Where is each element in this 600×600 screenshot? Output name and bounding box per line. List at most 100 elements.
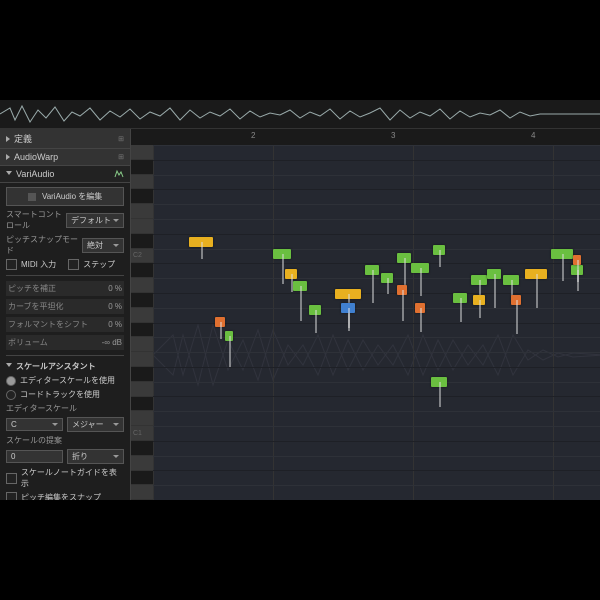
smart-control-dropdown[interactable]: デフォルト: [66, 213, 124, 228]
piano-key[interactable]: [131, 397, 153, 412]
pitch-curve: [201, 242, 203, 259]
volume-slider[interactable]: ボリューム -∞ dB: [6, 335, 124, 350]
pitch-curve: [479, 280, 481, 296]
pitch-correct-slider[interactable]: ピッチを補正 0 %: [6, 281, 124, 296]
piano-key[interactable]: [131, 471, 153, 486]
pitch-curve: [460, 298, 462, 322]
piano-key[interactable]: [131, 323, 153, 338]
code-track-label: コードトラックを使用: [20, 389, 100, 400]
piano-key[interactable]: [131, 175, 153, 190]
pitch-curve: [387, 278, 389, 294]
panel-label: VariAudio: [16, 169, 54, 179]
pitch-curve: [494, 274, 496, 308]
mode-dropdown[interactable]: メジャー: [67, 417, 124, 432]
midi-input-label: MIDI 入力: [21, 259, 56, 270]
piano-key[interactable]: [131, 456, 153, 471]
gridline-horizontal: [153, 293, 600, 294]
gridline-horizontal: [153, 367, 600, 368]
note-editor[interactable]: 234 C2C1: [131, 129, 600, 500]
pitch-curve: [536, 274, 538, 308]
edit-variaudio-button[interactable]: VariAudio を編集: [6, 187, 124, 206]
piano-key[interactable]: [131, 337, 153, 352]
panel-audiowarp[interactable]: AudioWarp ⊞: [0, 149, 130, 166]
expand-icon: [6, 136, 10, 142]
pitch-snap-dropdown[interactable]: 絶対: [82, 238, 124, 253]
piano-key[interactable]: [131, 352, 153, 367]
pitch-curve: [516, 300, 518, 334]
piano-key[interactable]: [131, 204, 153, 219]
gridline-horizontal: [153, 204, 600, 205]
timeline-ruler[interactable]: 234: [131, 129, 600, 146]
pitch-curve: [315, 310, 317, 333]
smart-control-label: スマートコントロール: [6, 209, 62, 231]
overview-waveform[interactable]: [0, 100, 600, 129]
editor-scale-label: エディタースケールを使用: [20, 375, 115, 386]
formant-shift-slider[interactable]: フォルマントをシフト 0 %: [6, 317, 124, 332]
piano-key[interactable]: [131, 293, 153, 308]
piano-key[interactable]: [131, 234, 153, 249]
piano-key[interactable]: [131, 219, 153, 234]
piano-key[interactable]: [131, 189, 153, 204]
gridline-horizontal: [153, 145, 600, 146]
piano-key[interactable]: [131, 367, 153, 382]
pitch-curve: [402, 290, 404, 321]
key-dropdown[interactable]: C: [6, 418, 63, 431]
show-guide-label: スケールノートガイドを表示: [21, 467, 124, 489]
pitch-curve: [577, 260, 579, 282]
pitch-curve: [300, 286, 302, 321]
piano-key[interactable]: [131, 382, 153, 397]
gridline-horizontal: [153, 249, 600, 250]
gridline-horizontal: [153, 411, 600, 412]
pitch-curve: [479, 300, 481, 318]
piano-key[interactable]: [131, 308, 153, 323]
scale-suggest-label: スケールの提案: [6, 435, 124, 446]
piano-key[interactable]: [131, 485, 153, 500]
editor-scale-heading: エディタースケール: [6, 403, 124, 414]
scale-count-field[interactable]: 0: [6, 450, 63, 463]
step-label: ステップ: [83, 259, 115, 270]
pitch-curve: [282, 254, 284, 284]
pitch-curve: [439, 250, 441, 267]
collapse-icon: [6, 363, 12, 370]
code-track-radio[interactable]: [6, 390, 16, 400]
piano-roll-keys[interactable]: C2 C1: [131, 145, 154, 500]
chevron-down-icon: [113, 219, 119, 222]
piano-key[interactable]: C1: [131, 426, 153, 441]
panel-label: AudioWarp: [14, 152, 58, 162]
piano-key[interactable]: [131, 441, 153, 456]
gridline-horizontal: [153, 456, 600, 457]
pitch-curve: [439, 382, 441, 407]
gridline-horizontal: [153, 160, 600, 161]
pitch-curve: [420, 268, 422, 296]
snap-edit-checkbox[interactable]: [6, 492, 17, 500]
pitch-snap-label: ピッチスナップモード: [6, 234, 78, 256]
pitch-curve: [348, 308, 350, 331]
panel-variaudio[interactable]: VariAudio: [0, 166, 130, 183]
piano-key[interactable]: [131, 160, 153, 175]
midi-input-checkbox[interactable]: [6, 259, 17, 270]
piano-key[interactable]: [131, 263, 153, 278]
scale-dir-dropdown[interactable]: 折り: [67, 449, 124, 464]
pitch-curve: [229, 336, 231, 367]
step-checkbox[interactable]: [68, 259, 79, 270]
gridline-horizontal: [153, 470, 600, 471]
piano-key[interactable]: [131, 411, 153, 426]
piano-key[interactable]: C2: [131, 249, 153, 264]
ruler-mark: 3: [391, 131, 395, 140]
editor-scale-radio[interactable]: [6, 376, 16, 386]
pitch-curve: [562, 254, 564, 281]
pitch-curve: [291, 274, 293, 292]
gridline-horizontal: [153, 175, 600, 176]
pitch-curve: [372, 270, 374, 303]
piano-key[interactable]: [131, 278, 153, 293]
collapse-icon: [6, 171, 12, 178]
piano-key[interactable]: [131, 145, 153, 160]
curve-flatten-slider[interactable]: カーブを平坦化 0 %: [6, 299, 124, 314]
gridline-horizontal: [153, 189, 600, 190]
panel-definition[interactable]: 定義 ⊞: [0, 129, 130, 149]
ruler-mark: 4: [531, 131, 535, 140]
show-guide-checkbox[interactable]: [6, 473, 17, 484]
gridline-horizontal: [153, 396, 600, 397]
pitch-curve: [220, 322, 222, 339]
inspector-sidebar: 定義 ⊞ AudioWarp ⊞ VariAudio VariAudio を編集…: [0, 129, 131, 500]
